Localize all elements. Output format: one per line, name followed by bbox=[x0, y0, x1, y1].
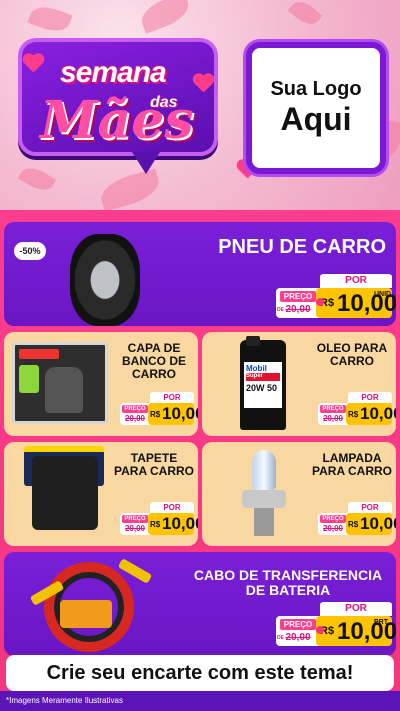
headlight-bulb-image bbox=[232, 450, 292, 540]
bulb-glass-shape bbox=[252, 450, 276, 490]
product-title: CABO DE TRANSFERENCIA DE BATERIA bbox=[193, 567, 383, 599]
old-price: 20,00 bbox=[285, 632, 311, 643]
price-tag: POR PREÇO 20,00 R$ 10,00 bbox=[120, 392, 198, 425]
old-price-box: PREÇO DE 20,00 bbox=[276, 288, 320, 318]
old-price: 20,00 bbox=[124, 524, 146, 533]
por-label: POR bbox=[150, 392, 194, 403]
product-card-lampada[interactable]: LAMPADA PARA CARRO POR PREÇO 20,00 R$ 10… bbox=[202, 442, 396, 546]
bulb-pins-shape bbox=[254, 508, 274, 536]
preco-label: PREÇO bbox=[122, 515, 148, 523]
logo-maes-text: Mães bbox=[40, 90, 194, 151]
currency: R$ bbox=[348, 410, 359, 419]
car-mat-image bbox=[32, 456, 98, 530]
price-tag: POR PREÇO 20,00 R$ 10,00 bbox=[318, 502, 396, 535]
preco-label: PREÇO bbox=[320, 515, 346, 523]
jumper-cable-image bbox=[29, 558, 153, 652]
discount-badge: -50% bbox=[14, 242, 46, 260]
oil-sub-text: Super bbox=[246, 373, 280, 381]
disclaimer-text: *Imagens Meramente Ilustrativas bbox=[6, 696, 123, 705]
sua-logo-line2: Aqui bbox=[280, 101, 352, 137]
price-value: 10,00 bbox=[162, 404, 198, 423]
box-sticker-shape bbox=[19, 365, 39, 393]
heart-icon bbox=[316, 298, 324, 306]
preco-label: PREÇO bbox=[280, 619, 316, 630]
products-section: -50% PNEU DE CARRO POR PREÇO DE 20,00 R$… bbox=[0, 210, 400, 711]
bottle-cap-shape bbox=[246, 336, 260, 346]
product-title: CAPA DE BANCO DE CARRO bbox=[121, 341, 186, 382]
old-price: 20,00 bbox=[322, 524, 344, 533]
por-label: POR bbox=[320, 274, 392, 288]
currency: R$ bbox=[150, 410, 161, 419]
petal-decoration bbox=[287, 0, 323, 30]
footer-bar: *Imagens Meramente Ilustrativas bbox=[0, 691, 400, 711]
seat-shape bbox=[45, 367, 83, 413]
old-price-box: PREÇO 20,00 bbox=[120, 513, 150, 535]
preco-label: PREÇO bbox=[122, 405, 148, 413]
currency: R$ bbox=[150, 520, 161, 529]
oil-brand-text: Mobil bbox=[246, 364, 267, 373]
old-price-box: PREÇO 20,00 bbox=[318, 513, 348, 535]
currency: R$ bbox=[348, 520, 359, 529]
old-price-box: PREÇO 20,00 bbox=[318, 403, 348, 425]
price-tag: POR PREÇO 20,00 R$ 10,00 bbox=[318, 392, 396, 425]
por-label: POR bbox=[348, 392, 392, 403]
product-title: LAMPADA PARA CARRO bbox=[312, 451, 392, 479]
clamp-shape bbox=[117, 558, 153, 584]
new-price-box: R$ 10,00 bbox=[148, 513, 198, 535]
price-unit: PRT bbox=[374, 619, 388, 626]
product-title: PNEU DE CARRO bbox=[218, 236, 386, 258]
por-label: POR bbox=[320, 602, 392, 616]
petal-decoration bbox=[97, 168, 163, 210]
logo-semana-text: semana bbox=[60, 56, 167, 89]
header-banner: semana das Mães Sua Logo Aqui bbox=[0, 0, 400, 210]
price-tag: POR PREÇO 20,00 R$ 10,00 bbox=[120, 502, 198, 535]
product-card-tapete[interactable]: TAPETE PARA CARRO POR PREÇO 20,00 R$ 10,… bbox=[4, 442, 198, 546]
price-tag: POR PREÇO DE 20,00 R$ 10,00 PRT bbox=[276, 602, 396, 646]
semana-das-maes-logo: semana das Mães bbox=[18, 38, 218, 174]
oil-bottle-image: Mobil Super 20W 50 bbox=[240, 336, 286, 430]
price-value: 10,00 bbox=[162, 514, 198, 533]
oil-grade-text: 20W 50 bbox=[246, 383, 278, 393]
preco-label: PREÇO bbox=[280, 291, 316, 302]
clamp-shape bbox=[29, 580, 65, 606]
old-price-box: PREÇO 20,00 bbox=[120, 403, 150, 425]
product-title: TAPETE PARA CARRO bbox=[114, 451, 194, 479]
heart-icon bbox=[316, 626, 324, 634]
petal-decoration bbox=[27, 1, 73, 37]
price-value: 10,00 bbox=[360, 404, 396, 423]
new-price-box: R$ 10,00 UNID bbox=[316, 288, 396, 318]
por-label: POR bbox=[150, 502, 194, 513]
new-price-box: R$ 10,00 bbox=[346, 403, 396, 425]
por-label: POR bbox=[348, 502, 392, 513]
cable-label-shape bbox=[60, 600, 112, 628]
heart-icon bbox=[22, 54, 44, 74]
old-price: 20,00 bbox=[285, 304, 311, 315]
new-price-box: R$ 10,00 PRT bbox=[316, 616, 396, 646]
sua-logo-placeholder[interactable]: Sua Logo Aqui bbox=[246, 42, 386, 174]
preco-label: PREÇO bbox=[320, 405, 346, 413]
petal-decoration bbox=[17, 162, 57, 196]
old-price-box: PREÇO DE 20,00 bbox=[276, 616, 320, 646]
sua-logo-line1: Sua Logo bbox=[270, 78, 362, 100]
box-label-shape bbox=[19, 349, 59, 359]
new-price-box: R$ 10,00 bbox=[148, 403, 198, 425]
cta-banner[interactable]: Crie seu encarte com este tema! bbox=[6, 655, 394, 691]
price-value: 10,00 bbox=[360, 514, 396, 533]
heart-icon bbox=[192, 74, 214, 94]
tire-image bbox=[70, 234, 140, 326]
old-price: 20,00 bbox=[124, 414, 146, 423]
bulb-base-shape bbox=[242, 490, 286, 508]
product-card-pneu[interactable]: -50% PNEU DE CARRO POR PREÇO DE 20,00 R$… bbox=[4, 222, 396, 326]
new-price-box: R$ 10,00 bbox=[346, 513, 396, 535]
product-title: OLEO PARA CARRO bbox=[316, 341, 388, 369]
price-tag: POR PREÇO DE 20,00 R$ 10,00 UNID bbox=[276, 274, 396, 318]
product-card-capa-banco[interactable]: CAPA DE BANCO DE CARRO POR PREÇO 20,00 R… bbox=[4, 332, 198, 436]
product-card-cabo-bateria[interactable]: CABO DE TRANSFERENCIA DE BATERIA POR PRE… bbox=[4, 552, 396, 656]
product-card-oleo[interactable]: Mobil Super 20W 50 OLEO PARA CARRO POR P… bbox=[202, 332, 396, 436]
old-price: 20,00 bbox=[322, 414, 344, 423]
price-unit: UNID bbox=[374, 291, 392, 298]
seat-cover-image bbox=[12, 342, 108, 424]
bottle-label: Mobil Super 20W 50 bbox=[244, 362, 282, 408]
petal-decoration bbox=[137, 0, 193, 34]
